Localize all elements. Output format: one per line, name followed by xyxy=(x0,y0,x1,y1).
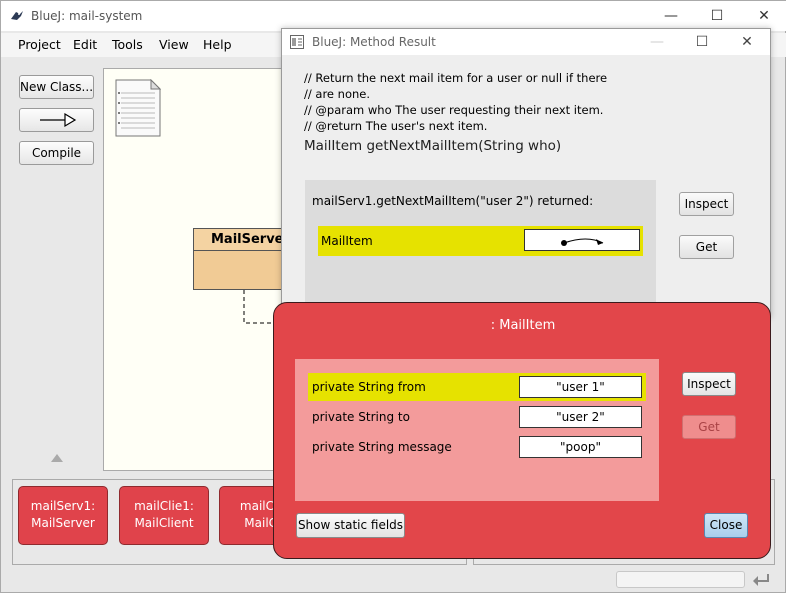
compile-button[interactable]: Compile xyxy=(19,141,94,165)
menu-project[interactable]: Project xyxy=(18,37,61,52)
field-label: private String message xyxy=(312,440,452,454)
method-result-dialog: BlueJ: Method Result — ☐ ✕ // Return the… xyxy=(281,28,771,320)
readme-document-icon[interactable] xyxy=(115,79,161,137)
menu-view[interactable]: View xyxy=(159,37,189,52)
field-value: "user 1" xyxy=(519,376,642,398)
result-row[interactable]: MailItem xyxy=(318,226,643,256)
window-title: BlueJ: mail-system xyxy=(31,9,143,23)
minimize-icon[interactable]: — xyxy=(648,1,694,31)
get-button[interactable]: Get xyxy=(679,235,734,259)
object-type: MailClient xyxy=(134,516,194,530)
object-mailserv1[interactable]: mailServ1: MailServer xyxy=(18,486,108,545)
field-value: "poop" xyxy=(519,436,642,458)
class-name: MailServer xyxy=(194,229,290,251)
close-button[interactable]: Close xyxy=(704,513,748,538)
field-row-message[interactable]: private String message "poop" xyxy=(308,433,646,461)
triangle-up-icon[interactable] xyxy=(50,452,64,464)
new-class-button[interactable]: New Class... xyxy=(19,75,94,99)
get-button-disabled[interactable]: Get xyxy=(682,415,736,439)
new-arrow-button[interactable] xyxy=(19,108,94,132)
inspector-title: : MailItem xyxy=(490,318,556,333)
object-name: mailClie1: xyxy=(134,499,194,513)
show-static-fields-button[interactable]: Show static fields xyxy=(296,513,405,538)
menu-tools[interactable]: Tools xyxy=(112,37,143,52)
object-reference-box[interactable] xyxy=(524,229,640,251)
close-icon[interactable]: ✕ xyxy=(725,29,769,55)
arrow-right-icon xyxy=(39,112,76,128)
undo-arrow-icon[interactable] xyxy=(752,570,772,588)
object-name: mailServ1: xyxy=(30,499,96,513)
doc-comment-line: // @return The user's next item. xyxy=(304,119,488,133)
close-icon[interactable]: ✕ xyxy=(741,1,786,31)
inspect-button[interactable]: Inspect xyxy=(682,372,736,396)
dialog-title: BlueJ: Method Result xyxy=(312,35,436,49)
field-label: private String to xyxy=(312,410,410,424)
field-value: "user 2" xyxy=(519,406,642,428)
maximize-icon[interactable]: ☐ xyxy=(694,1,740,31)
inspect-button[interactable]: Inspect xyxy=(679,192,734,216)
maximize-icon[interactable]: ☐ xyxy=(680,29,724,55)
fields-panel: private String from "user 1" private Str… xyxy=(295,359,659,501)
field-label: private String from xyxy=(312,380,426,394)
object-mailclie1[interactable]: mailClie1: MailClient xyxy=(119,486,209,545)
field-row-from[interactable]: private String from "user 1" xyxy=(308,373,646,401)
method-call-label: mailServ1.getNextMailItem("user 2") retu… xyxy=(312,194,594,208)
object-inspector-mailitem: : MailItem private String from "user 1" … xyxy=(273,302,771,559)
doc-comment-line: // @param who The user requesting their … xyxy=(304,103,604,117)
window-icon xyxy=(290,35,304,49)
method-signature: MailItem getNextMailItem(String who) xyxy=(304,138,562,154)
dialog-title-bar: BlueJ: Method Result — ☐ ✕ xyxy=(282,29,770,55)
doc-comment-line: // are none. xyxy=(304,87,371,101)
minimize-icon[interactable]: — xyxy=(635,29,679,55)
menu-edit[interactable]: Edit xyxy=(73,37,97,52)
field-row-to[interactable]: private String to "user 2" xyxy=(308,403,646,431)
class-box-mailserver[interactable]: MailServer xyxy=(193,228,290,290)
reference-arrow-icon xyxy=(561,238,604,246)
result-type: MailItem xyxy=(321,234,373,248)
menu-help[interactable]: Help xyxy=(203,37,232,52)
main-title-bar: BlueJ: mail-system — ☐ ✕ xyxy=(1,1,786,31)
bluej-bird-icon xyxy=(11,11,23,20)
result-panel: mailServ1.getNextMailItem("user 2") retu… xyxy=(305,180,656,320)
status-progress-field xyxy=(616,571,745,588)
doc-comment-line: // Return the next mail item for a user … xyxy=(304,71,608,85)
object-type: MailServer xyxy=(31,516,95,530)
